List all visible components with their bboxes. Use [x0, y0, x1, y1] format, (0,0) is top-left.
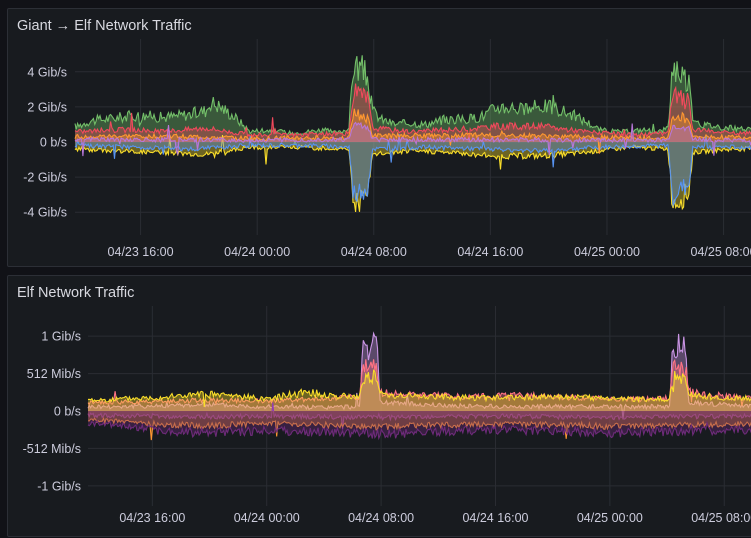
y-tick-label: -512 Mib/s [23, 442, 81, 456]
giant-elf-traffic-chart: 4 Gib/s 2 Gib/s 0 b/s -2 Gib/s -4 Gib/s 04/23… [23, 39, 751, 259]
x-tick-label: 04/24 16:00 [457, 245, 523, 259]
y-tick-label: 4 Gib/s [27, 65, 67, 79]
x-tick-label: 04/23 16:00 [119, 511, 185, 525]
y-tick-label: 2 Gib/s [27, 100, 67, 114]
x-tick-label: 04/24 16:00 [462, 511, 528, 525]
y-tick-label: -2 Gib/s [23, 171, 67, 185]
x-tick-label: 04/25 08:00 [691, 511, 751, 525]
series-group [87, 331, 751, 441]
y-tick-label: -1 Gib/s [37, 479, 81, 493]
elf-traffic-panel: Elf Network Traffic 1 Gib/s 512 Mib/s 0 b/… [7, 275, 751, 537]
series-group [74, 55, 751, 212]
y-tick-label: 512 Mib/s [27, 367, 81, 381]
x-tick-label: 04/25 00:00 [577, 511, 643, 525]
y-tick-label: 0 b/s [54, 405, 81, 419]
x-tick-label: 04/25 08:00 [691, 245, 751, 259]
x-tick-label: 04/23 16:00 [108, 245, 174, 259]
giant-elf-traffic-panel: Giant → Elf Network Traffic 4 Gib/s 2 Gib… [7, 8, 751, 267]
x-tick-label: 04/24 08:00 [348, 511, 414, 525]
y-tick-label: 0 b/s [40, 136, 67, 150]
elf-traffic-chart: 1 Gib/s 512 Mib/s 0 b/s -512 Mib/s -1 Gib/s 0… [23, 306, 751, 525]
x-tick-label: 04/25 00:00 [574, 245, 640, 259]
x-tick-label: 04/24 08:00 [341, 245, 407, 259]
y-tick-label: 1 Gib/s [41, 330, 81, 344]
x-tick-label: 04/24 00:00 [234, 511, 300, 525]
series-area [88, 370, 751, 411]
y-tick-label: -4 Gib/s [23, 206, 67, 220]
x-tick-label: 04/24 00:00 [224, 245, 290, 259]
